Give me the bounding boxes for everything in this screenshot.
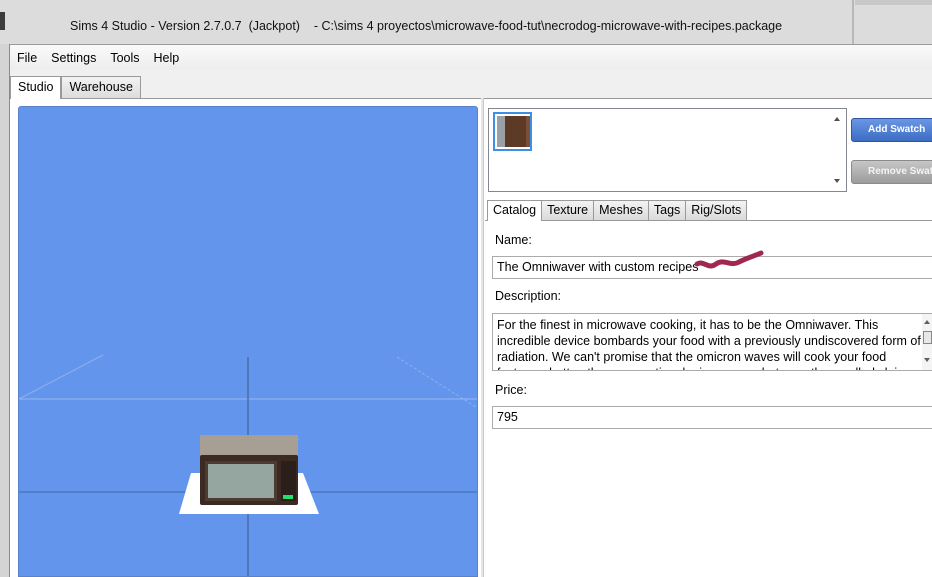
scroll-down-icon[interactable] xyxy=(924,358,930,362)
main-tab-strip: Studio Warehouse xyxy=(10,76,141,99)
menu-tools[interactable]: Tools xyxy=(103,45,146,71)
3d-preview-viewport[interactable] xyxy=(18,106,478,577)
window-title: Sims 4 Studio - Version 2.7.0.7 (Jackpot… xyxy=(70,19,783,33)
window-edge xyxy=(0,12,5,30)
window-control[interactable] xyxy=(855,0,932,5)
panel-splitter[interactable] xyxy=(481,98,484,577)
swatch-scrollbar[interactable] xyxy=(829,109,846,191)
tab-meshes[interactable]: Meshes xyxy=(593,200,649,220)
menu-bar: File Settings Tools Help xyxy=(10,44,932,70)
tab-catalog[interactable]: Catalog xyxy=(487,200,543,221)
redaction-scribble xyxy=(694,250,764,269)
description-text[interactable]: For the finest in microwave cooking, it … xyxy=(497,317,921,370)
swatch-list[interactable] xyxy=(488,108,847,192)
tab-warehouse[interactable]: Warehouse xyxy=(61,76,141,98)
description-label: Description: xyxy=(495,289,561,303)
description-field[interactable]: For the finest in microwave cooking, it … xyxy=(492,313,932,371)
property-tab-strip: Catalog Texture Meshes Tags Rig/Slots xyxy=(487,200,748,221)
scroll-down-icon[interactable] xyxy=(834,179,840,183)
menu-help[interactable]: Help xyxy=(147,45,187,71)
menu-settings[interactable]: Settings xyxy=(44,45,103,71)
tab-texture[interactable]: Texture xyxy=(541,200,595,220)
title-bar: Sims 4 Studio - Version 2.7.0.7 (Jackpot… xyxy=(0,0,932,44)
window-left-frame xyxy=(0,44,10,577)
tab-rig-slots[interactable]: Rig/Slots xyxy=(685,200,748,220)
description-scrollbar[interactable] xyxy=(922,314,932,370)
scroll-thumb[interactable] xyxy=(923,331,932,344)
remove-swatch-button[interactable]: Remove Swatch xyxy=(851,160,932,184)
price-label: Price: xyxy=(495,383,527,397)
tab-tags[interactable]: Tags xyxy=(647,200,687,220)
microwave-model[interactable] xyxy=(19,107,478,577)
tab-studio[interactable]: Studio xyxy=(10,76,62,99)
add-swatch-button[interactable]: Add Swatch xyxy=(851,118,932,142)
scroll-up-icon[interactable] xyxy=(924,320,930,324)
menu-file[interactable]: File xyxy=(10,45,44,71)
title-separator xyxy=(852,0,854,44)
name-label: Name: xyxy=(495,233,532,247)
price-field[interactable]: 795 xyxy=(492,406,932,429)
swatch-thumbnail[interactable] xyxy=(493,112,532,151)
scroll-up-icon[interactable] xyxy=(834,117,840,121)
